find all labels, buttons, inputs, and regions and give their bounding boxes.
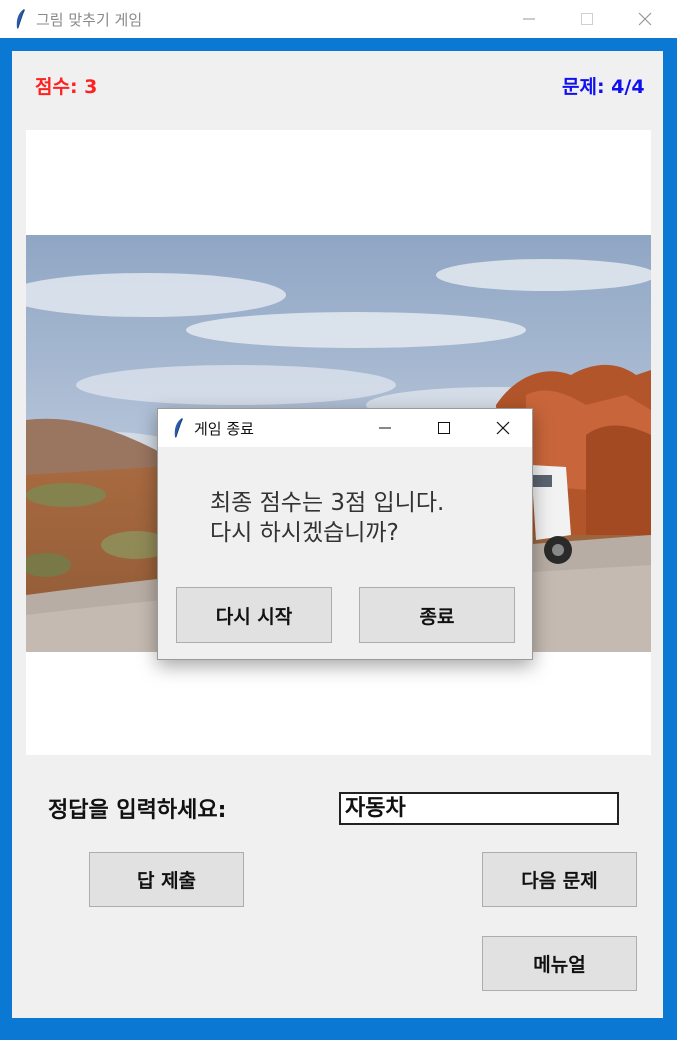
next-question-label: 다음 문제: [521, 870, 598, 892]
restart-label: 다시 시작: [215, 605, 293, 628]
feather-icon: [174, 418, 183, 438]
main-window: 그림 맞추기 게임 점수: 3 문제: 4/4 정답을 입력하세요: 자동차 답…: [0, 0, 677, 1040]
final-score-message: 최종 점수는 3점 입니다.: [210, 490, 445, 516]
close-icon: [638, 12, 652, 26]
dialog-close-button[interactable]: [474, 409, 532, 447]
maximize-button[interactable]: [558, 0, 616, 38]
dialog-title: 게임 종료: [194, 420, 254, 438]
minimize-button[interactable]: [500, 0, 558, 38]
feather-icon: [16, 9, 25, 29]
manual-label: 메뉴얼: [533, 954, 586, 976]
quit-button[interactable]: 종료: [359, 587, 515, 643]
minimize-icon: [379, 427, 391, 429]
game-over-dialog: 게임 종료 최종 점수는 3점 입니다. 다시 하시겠습니까? 다시 시작 종료: [157, 408, 533, 660]
quit-label: 종료: [419, 605, 455, 628]
minimize-icon: [523, 18, 535, 20]
restart-button[interactable]: 다시 시작: [176, 587, 332, 643]
maximize-icon: [438, 422, 450, 434]
submit-answer-button[interactable]: 답 제출: [89, 852, 244, 907]
next-question-button[interactable]: 다음 문제: [482, 852, 637, 907]
manual-button[interactable]: 메뉴얼: [482, 936, 637, 991]
close-button[interactable]: [616, 0, 674, 38]
title-bar[interactable]: 그림 맞추기 게임: [0, 0, 677, 39]
question-counter: 문제: 4/4: [562, 76, 645, 98]
answer-prompt-label: 정답을 입력하세요:: [48, 798, 227, 823]
retry-question-message: 다시 하시겠습니까?: [210, 520, 399, 546]
dialog-minimize-button[interactable]: [356, 409, 414, 447]
answer-input[interactable]: 자동차: [339, 792, 619, 825]
maximize-icon: [581, 13, 593, 25]
window-title: 그림 맞추기 게임: [36, 11, 143, 29]
dialog-maximize-button[interactable]: [415, 409, 473, 447]
dialog-title-bar[interactable]: 게임 종료: [158, 409, 532, 447]
submit-answer-label: 답 제출: [136, 870, 197, 892]
close-icon: [496, 421, 510, 435]
score-label: 점수: 3: [35, 76, 98, 98]
